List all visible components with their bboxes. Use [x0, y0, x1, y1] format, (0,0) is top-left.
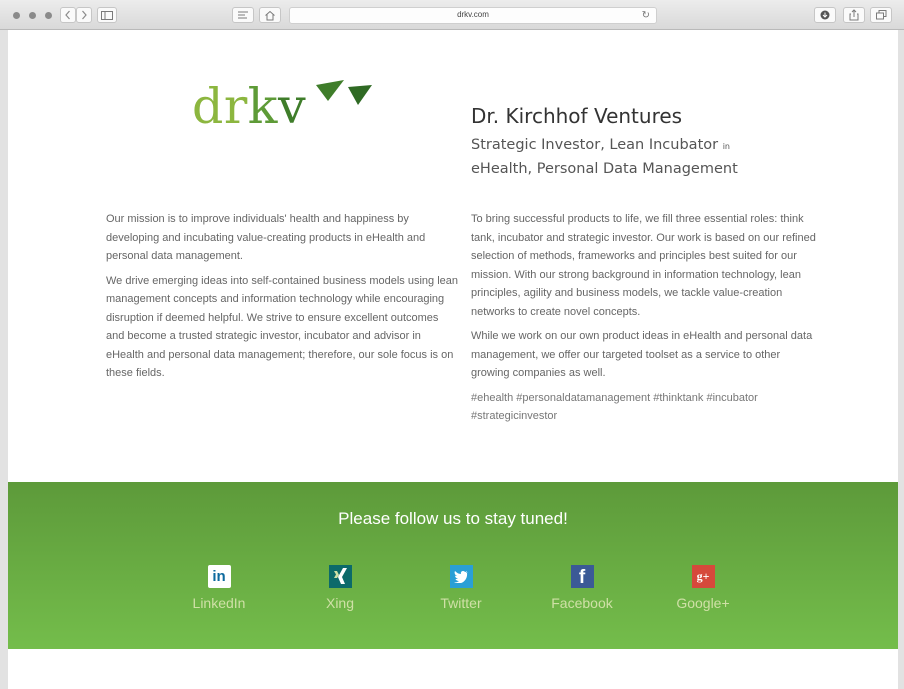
facebook-icon: f — [570, 565, 594, 588]
tagline-in: in — [722, 142, 730, 151]
chevron-right-icon — [82, 10, 87, 20]
back-button[interactable] — [60, 7, 76, 23]
window-frame-right — [898, 30, 904, 689]
tabs-icon — [875, 10, 886, 20]
xing-icon — [328, 565, 352, 588]
social-link-xing[interactable]: Xing — [300, 565, 380, 611]
roles-column: To bring successful products to life, we… — [471, 210, 821, 432]
xing-glyph — [333, 568, 347, 584]
browser-toolbar: drkv.com ↻ — [0, 0, 904, 30]
browser-window: drkv.com ↻ drkv Dr. Kirchhof Ventures St… — [0, 0, 904, 689]
sidebar-icon — [101, 10, 113, 20]
home-icon — [265, 10, 275, 20]
social-label: Google+ — [676, 595, 730, 611]
bird-glyph — [453, 570, 468, 583]
mission-column: Our mission is to improve individuals' h… — [106, 210, 458, 389]
share-icon — [849, 9, 859, 21]
mission-paragraph-1: Our mission is to improve individuals' h… — [106, 213, 426, 262]
social-link-twitter[interactable]: Twitter — [421, 565, 501, 611]
minimize-window-button[interactable] — [29, 12, 36, 19]
tagline-line2: eHealth, Personal Data Management — [471, 161, 738, 177]
close-window-button[interactable] — [13, 12, 20, 19]
social-link-google-plus[interactable]: g+ Google+ — [663, 565, 743, 611]
linkedin-icon: in — [207, 565, 231, 588]
reader-button[interactable] — [232, 7, 254, 23]
twitter-icon — [449, 565, 473, 588]
tagline: Strategic Investor, Lean Incubator in eH… — [471, 134, 831, 180]
reload-icon[interactable]: ↻ — [642, 10, 650, 21]
roles-paragraph-2: While we work on our own product ideas i… — [471, 330, 813, 379]
logo-wordmark: drkv — [192, 78, 307, 135]
url-text: drkv.com — [457, 10, 489, 19]
address-bar[interactable]: drkv.com ↻ — [289, 7, 657, 24]
social-label: Twitter — [440, 595, 482, 611]
tagline-line1: Strategic Investor, Lean Incubator — [471, 137, 719, 153]
google-plus-glyph: g+ — [696, 569, 710, 583]
hashtags: #ehealth #personaldatamanagement #thinkt… — [471, 391, 758, 423]
window-frame-left — [0, 30, 8, 689]
home-button[interactable] — [259, 7, 281, 23]
google-plus-icon: g+ — [691, 565, 715, 588]
company-name: Dr. Kirchhof Ventures — [471, 104, 683, 128]
logo-arrows-icon — [316, 80, 372, 105]
downloads-button[interactable] — [814, 7, 836, 23]
roles-paragraph-1: To bring successful products to life, we… — [471, 213, 816, 318]
social-label: Facebook — [551, 595, 613, 611]
social-link-linkedin[interactable]: in LinkedIn — [179, 565, 259, 611]
download-icon — [820, 10, 830, 20]
zoom-window-button[interactable] — [45, 12, 52, 19]
tabs-button[interactable] — [870, 7, 892, 23]
follow-title: Please follow us to stay tuned! — [338, 509, 568, 528]
chevron-left-icon — [65, 10, 70, 20]
social-label: LinkedIn — [192, 595, 246, 611]
follow-section: Please follow us to stay tuned! in Linke… — [8, 482, 898, 649]
drkv-logo[interactable]: drkv — [190, 76, 380, 140]
mission-paragraph-2: We drive emerging ideas into self-contai… — [106, 274, 458, 380]
social-label: Xing — [325, 595, 355, 611]
reader-icon — [238, 11, 248, 19]
forward-button[interactable] — [76, 7, 92, 23]
social-link-facebook[interactable]: f Facebook — [542, 565, 622, 611]
share-button[interactable] — [843, 7, 865, 23]
linkedin-glyph: in — [212, 568, 226, 585]
facebook-glyph: f — [578, 567, 586, 588]
sidebar-button[interactable] — [97, 7, 117, 23]
